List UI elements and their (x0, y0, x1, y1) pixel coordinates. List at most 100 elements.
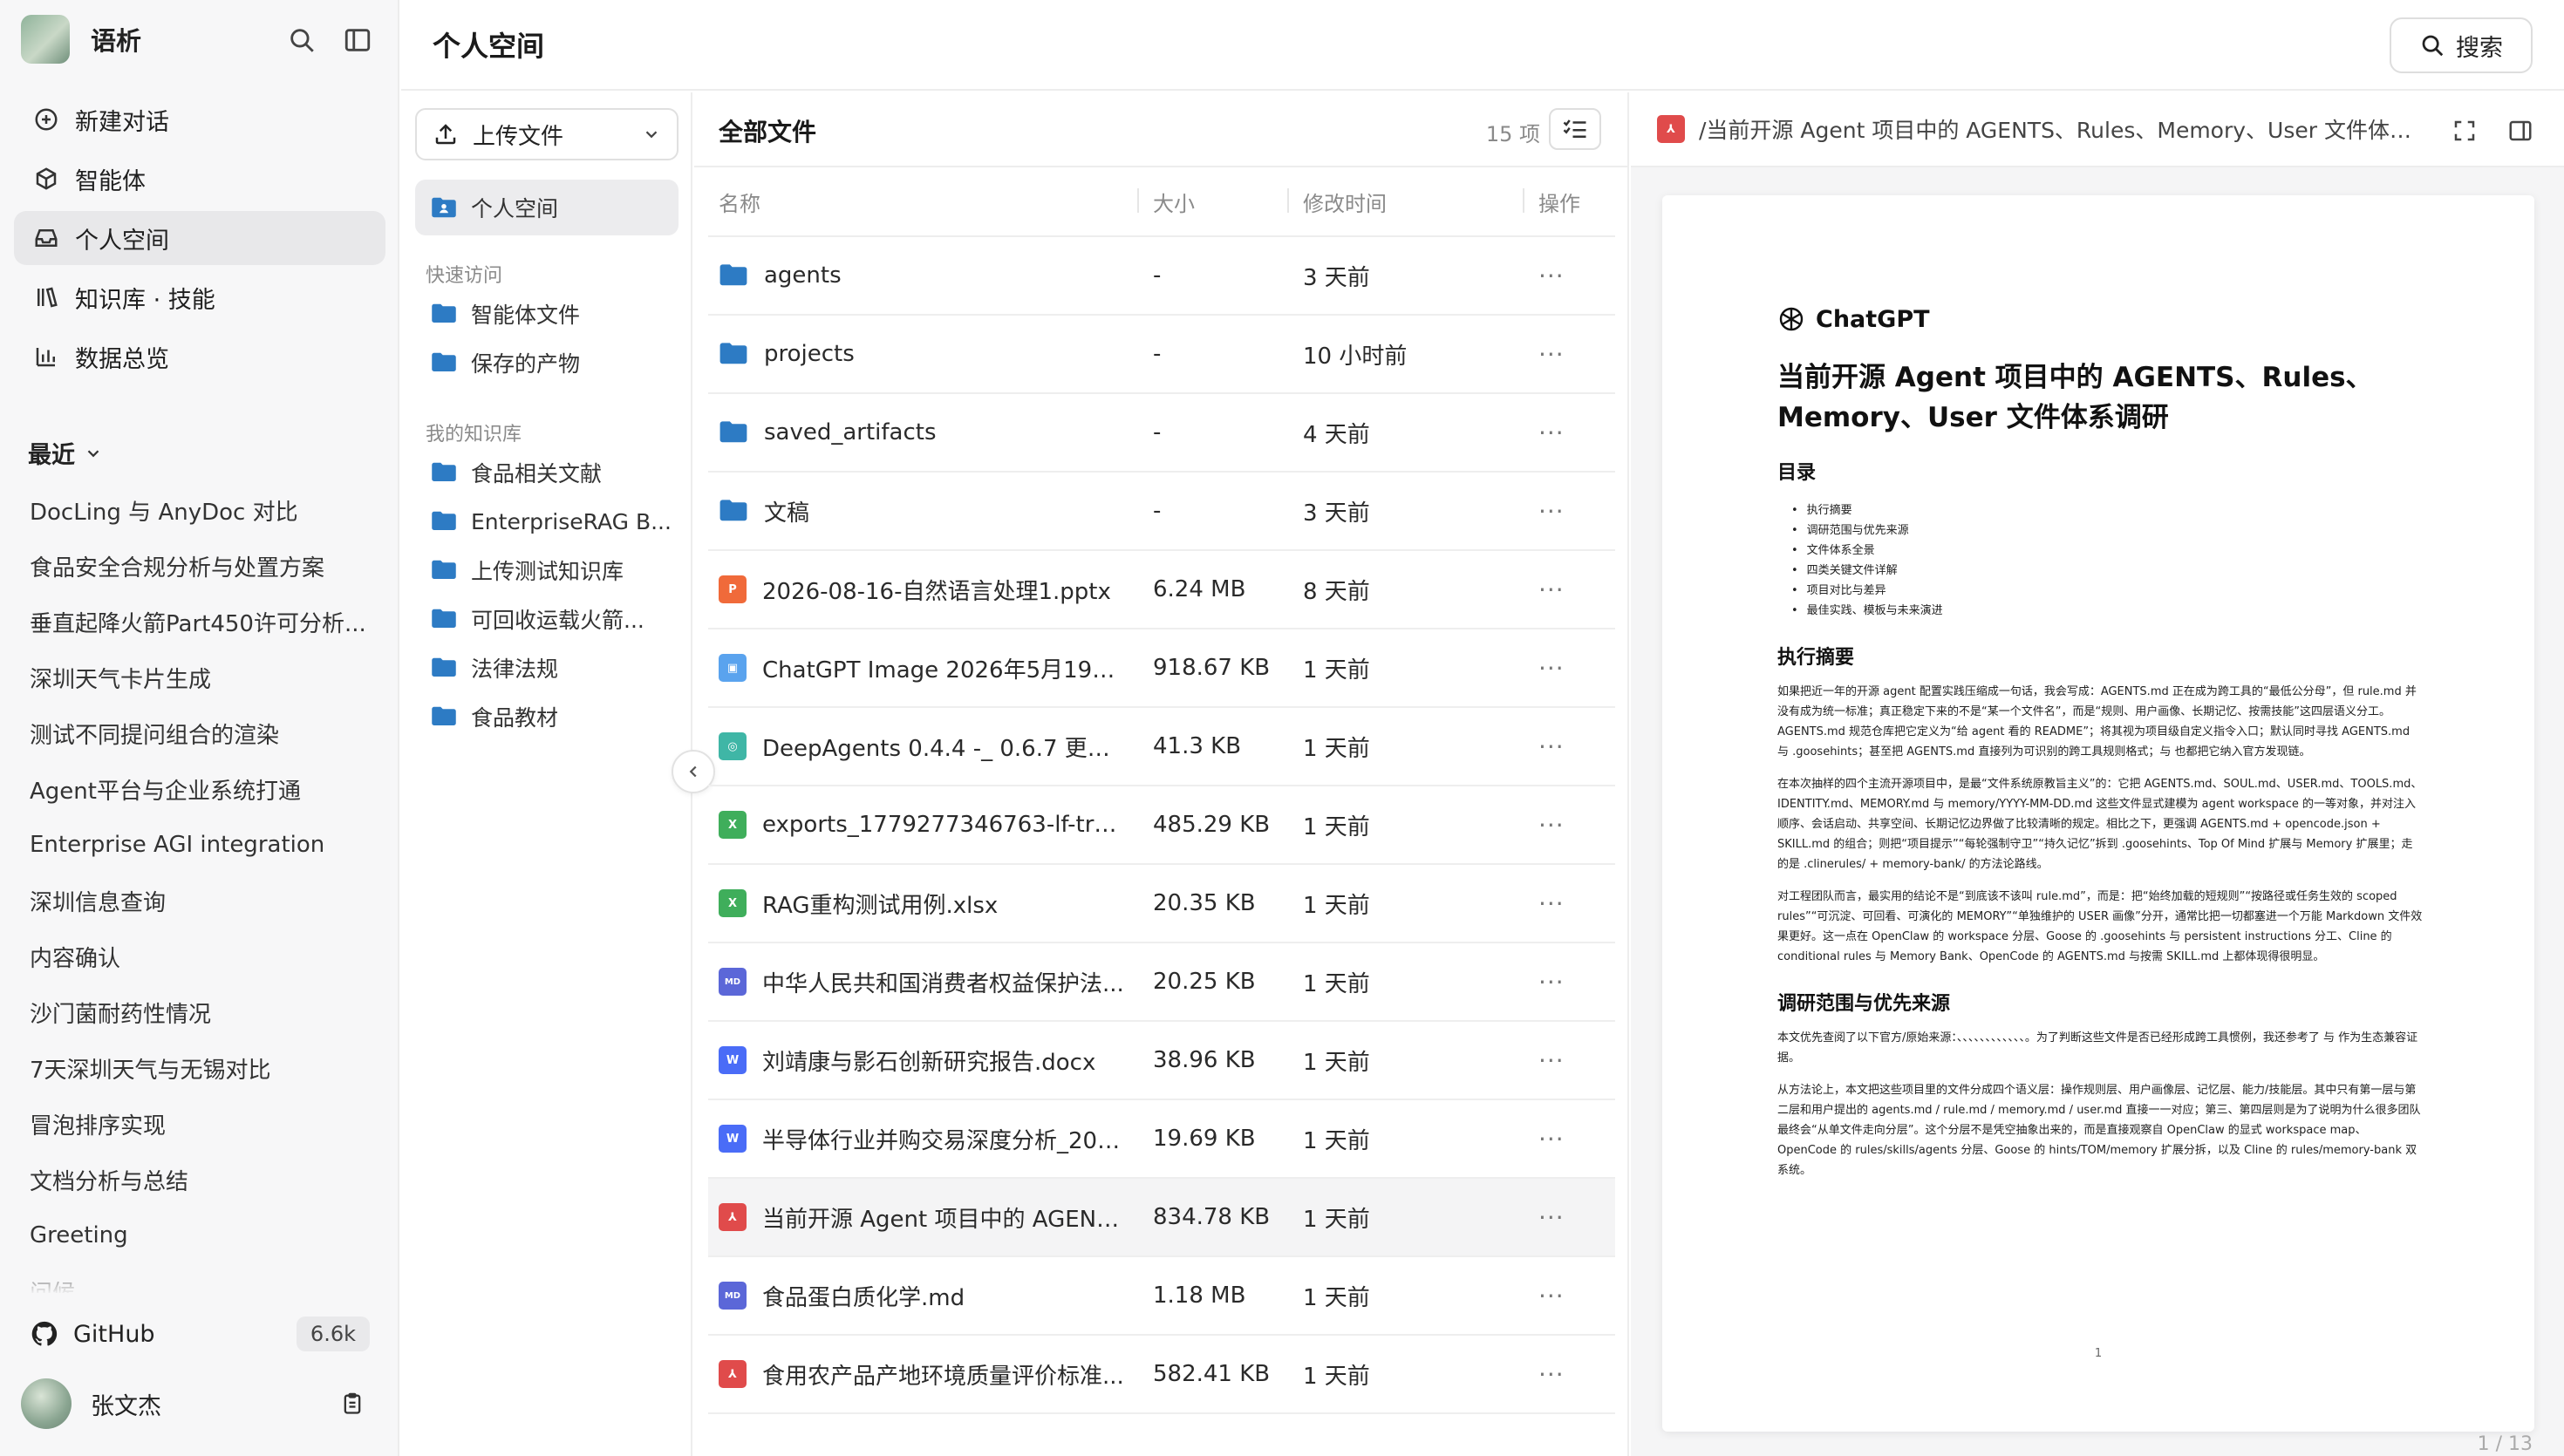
toc-item[interactable]: 四类关键文件详解 (1791, 561, 2423, 581)
sidebar-toggle-icon[interactable] (338, 21, 377, 59)
web-file-icon: ◎ (719, 732, 747, 760)
folder-item-agent-files[interactable]: 智能体文件 (415, 289, 679, 338)
nav-item-personal-space[interactable]: 个人空间 (14, 211, 385, 265)
nav-item-new-chat[interactable]: 新建对话 (14, 92, 385, 146)
column-header-label: 大小 (1153, 191, 1195, 216)
toc-item[interactable]: 调研范围与优先来源 (1791, 520, 2423, 541)
folder-item-saved-artifacts[interactable]: 保存的产物 (415, 338, 679, 387)
recent-item[interactable]: Greeting (16, 1208, 382, 1263)
recent-item[interactable]: 沙门菌耐药性情况 (16, 984, 382, 1040)
table-row[interactable]: ◎ DeepAgents 0.4.4 -_ 0.6.7 更新... 41.3 KB 1… (708, 708, 1615, 786)
table-row[interactable]: W 刘靖康与影石创新研究报告.docx 38.96 KB 1 天前 ··· (708, 1022, 1615, 1100)
table-row[interactable]: MD 食品蛋白质化学.md 1.18 MB 1 天前 ··· (708, 1257, 1615, 1336)
toc-item[interactable]: 项目对比与差异 (1791, 581, 2423, 601)
recent-item[interactable]: 深圳天气卡片生成 (16, 650, 382, 705)
recent-item[interactable]: 深圳信息查询 (16, 873, 382, 929)
nav-item-knowledge[interactable]: 知识库 · 技能 (14, 270, 385, 324)
search-icon[interactable] (283, 21, 321, 59)
file-name-cell: 文稿 (708, 495, 1139, 527)
nav-item-dashboard[interactable]: 数据总览 (14, 330, 385, 384)
folder-item-kb[interactable]: 法律法规 (415, 643, 679, 692)
file-size: 834.78 KB (1153, 1204, 1271, 1230)
table-row[interactable]: X RAG重构测试用例.xlsx 20.35 KB 1 天前 ··· (708, 865, 1615, 943)
view-mode-button[interactable] (1549, 108, 1601, 150)
more-options-icon[interactable]: ··· (1538, 732, 1565, 761)
nav-item-agents[interactable]: 智能体 (14, 152, 385, 206)
recent-item[interactable]: Agent平台与企业系统打通 (16, 761, 382, 817)
more-options-icon[interactable]: ··· (1538, 889, 1565, 918)
brand[interactable]: 语析 (21, 14, 141, 65)
recent-item[interactable]: 食品安全合规分析与处置方案 (16, 538, 382, 594)
recent-item[interactable]: 测试不同提问组合的渲染 (16, 705, 382, 761)
side-panel-icon[interactable] (2503, 113, 2538, 148)
recent-item[interactable]: 文档分析与总结 (16, 1152, 382, 1208)
recent-toggle[interactable]: 最近 (28, 436, 103, 470)
folder-item-kb[interactable]: EnterpriseRAG B... (415, 497, 679, 546)
toc-item[interactable]: 最佳实践、模板与未来演进 (1791, 601, 2423, 621)
upload-file-button[interactable]: 上传文件 (415, 108, 679, 160)
toc-item[interactable]: 执行摘要 (1791, 500, 2423, 520)
fullscreen-icon[interactable] (2447, 113, 2482, 148)
row-actions: ··· (1524, 1360, 1615, 1389)
column-header-size[interactable]: 大小 (1139, 187, 1289, 217)
more-options-icon[interactable]: ··· (1538, 1203, 1565, 1232)
table-row[interactable]: Xexports_1779277346763-lf-trac... 485.29 … (708, 786, 1615, 865)
doc-toc: 执行摘要 调研范围与优先来源 文件体系全景 四类关键文件详解 项目对比与差异 最… (1777, 500, 2423, 621)
more-options-icon[interactable]: ··· (1538, 1046, 1565, 1075)
more-options-icon[interactable]: ··· (1538, 340, 1565, 369)
quick-access-list: 智能体文件 保存的产物 (415, 289, 679, 387)
more-options-icon[interactable]: ··· (1538, 262, 1565, 290)
table-row[interactable]: agents - 3 天前 ··· (708, 237, 1615, 316)
folder-item-kb[interactable]: 可回收运载火箭... (415, 595, 679, 643)
recent-item[interactable]: 冒泡排序实现 (16, 1096, 382, 1152)
table-row[interactable]: projects - 10 小时前 ··· (708, 316, 1615, 394)
folder-personal-space[interactable]: 个人空间 (415, 180, 679, 235)
more-options-icon[interactable]: ··· (1538, 811, 1565, 840)
pdf-content: ChatGPT 当前开源 Agent 项目中的 AGENTS、Rules、Mem… (1777, 305, 2423, 1180)
pdf-file-icon: ⅄ (1657, 115, 1685, 143)
recent-item[interactable]: 内容确认 (16, 929, 382, 984)
file-size: 20.35 KB (1153, 890, 1256, 916)
table-row[interactable]: ▣ ChatGPT Image 2026年5月19日 ... 918.67 KB 1 … (708, 629, 1615, 708)
recent-item[interactable]: 垂直起降火箭Part450许可分析... (16, 594, 382, 650)
more-options-icon[interactable]: ··· (1538, 1282, 1565, 1310)
more-options-icon[interactable]: ··· (1538, 497, 1565, 526)
table-row[interactable]: W 半导体行业并购交易深度分析_201... 19.69 KB 1 天前 ··· (708, 1100, 1615, 1179)
chevron-down-icon (87, 449, 99, 457)
clipboard-icon[interactable] (335, 1386, 370, 1421)
folder-item-kb[interactable]: 食品相关文献 (415, 448, 679, 497)
more-options-icon[interactable]: ··· (1538, 1125, 1565, 1153)
recent-item[interactable]: DocLing 与 AnyDoc 对比 (16, 482, 382, 538)
column-header-label: 修改时间 (1303, 191, 1387, 216)
file-name-cell: ◎ DeepAgents 0.4.4 -_ 0.6.7 更新... (708, 731, 1139, 763)
table-row[interactable]: saved_artifacts - 4 天前 ··· (708, 394, 1615, 473)
more-options-icon[interactable]: ··· (1538, 418, 1565, 447)
recent-item[interactable]: 7天深圳天气与无锡对比 (16, 1040, 382, 1096)
folder-icon (432, 303, 456, 323)
more-options-icon[interactable]: ··· (1538, 968, 1565, 997)
github-icon (31, 1321, 58, 1346)
table-row[interactable]: ⅄ 当前开源 Agent 项目中的 AGENT... 834.78 KB 1 天前 ··… (708, 1179, 1615, 1257)
recent-item[interactable]: Enterprise AGI integration (16, 817, 382, 873)
more-options-icon[interactable]: ··· (1538, 1360, 1565, 1389)
folder-item-kb[interactable]: 上传测试知识库 (415, 546, 679, 595)
row-actions: ··· (1524, 1125, 1615, 1153)
file-size: 41.3 KB (1153, 733, 1242, 759)
table-row[interactable]: P 2026-08-16-自然语言处理1.pptx 6.24 MB 8 天前 ··· (708, 551, 1615, 629)
column-header-name[interactable]: 名称 (708, 187, 1139, 217)
table-row[interactable]: 文稿 - 3 天前 ··· (708, 473, 1615, 551)
folder-item-kb[interactable]: 食品教材 (415, 692, 679, 741)
search-button[interactable]: 搜索 (2390, 17, 2533, 73)
docx-file-icon: W (719, 1125, 747, 1153)
main-nav: 新建对话 智能体 个人空间 知识库 · 技能 数据总览 (14, 92, 385, 389)
table-row[interactable]: ⅄ 食用农产品产地环境质量评价标准... 582.41 KB 1 天前 ··· (708, 1336, 1615, 1414)
more-options-icon[interactable]: ··· (1538, 654, 1565, 683)
column-header-time[interactable]: 修改时间 (1289, 187, 1524, 217)
more-options-icon[interactable]: ··· (1538, 575, 1565, 604)
file-modified-time: 1 天前 (1303, 1127, 1370, 1154)
user-profile[interactable]: 张文杰 (21, 1376, 370, 1432)
github-link[interactable]: GitHub 6.6k (30, 1310, 370, 1358)
toc-item[interactable]: 文件体系全景 (1791, 541, 2423, 561)
table-row[interactable]: MD 中华人民共和国消费者权益保护法... 20.25 KB 1 天前 ··· (708, 943, 1615, 1022)
row-actions: ··· (1524, 1203, 1615, 1232)
